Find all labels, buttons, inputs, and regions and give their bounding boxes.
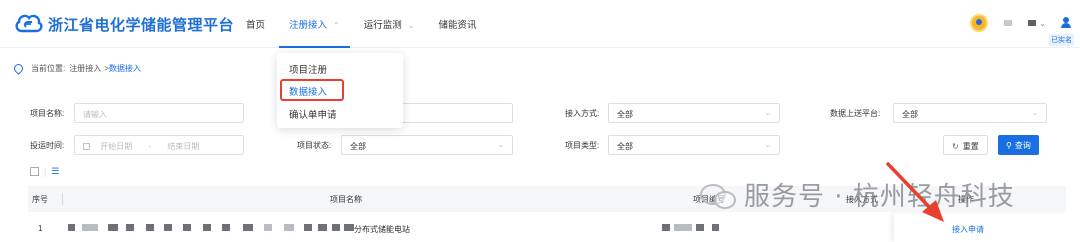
redacted-text [304, 224, 312, 231]
main-nav: 首页 注册接入 ⌃ 运行监测 ⌄ 储能资讯 [236, 0, 486, 48]
access-method-value: 全部 [617, 110, 633, 119]
redacted-text [1028, 20, 1037, 26]
project-status-value: 全部 [350, 142, 366, 151]
chevron-down-icon: ⌄ [497, 140, 504, 149]
redacted-text [344, 224, 354, 231]
project-name-placeholder: 请输入 [83, 110, 107, 119]
redacted-text [674, 224, 692, 231]
search-icon: ⚲ [1006, 141, 1012, 150]
row-project-name-suffix: 分布式储能电站 [354, 225, 410, 234]
start-date-placeholder: 开始日期 [100, 142, 133, 151]
dropdown-item-project-register[interactable]: 项目注册 [289, 62, 327, 76]
chevron-down-icon: ⌄ [1031, 108, 1038, 117]
calendar-icon [83, 143, 90, 150]
nav-register-access-label: 注册接入 [289, 20, 328, 31]
redacted-text [318, 224, 327, 231]
chevron-down-icon: ⌄ [764, 108, 771, 117]
upload-platform-value: 全部 [902, 110, 918, 119]
column-action: 操作 [958, 195, 974, 204]
column-index: 序号 [32, 195, 48, 204]
logo-icon [15, 14, 43, 33]
grid-view-icon[interactable] [30, 167, 39, 176]
highlight-box [280, 79, 344, 101]
end-date-placeholder: 结束日期 [167, 142, 200, 151]
redacted-text [332, 224, 340, 231]
query-button[interactable]: ⚲ 查询 [998, 135, 1039, 155]
chevron-down-icon: ⌄ [764, 140, 771, 149]
redacted-text [1004, 20, 1013, 26]
access-method-select[interactable]: 全部 ⌄ [608, 103, 780, 123]
breadcrumb: 当前位置: 注册接入 > 数据接入 [12, 62, 141, 75]
avatar[interactable] [970, 14, 989, 32]
query-label: 查询 [1014, 141, 1031, 150]
nav-home-label: 首页 [246, 20, 266, 31]
breadcrumb-current: 数据接入 [108, 64, 141, 73]
register-access-dropdown: 项目注册 数据接入 确认单申请 [277, 53, 403, 128]
access-method-label: 接入方式: [565, 109, 600, 118]
project-type-label: 项目类型: [565, 141, 600, 150]
top-header: 浙江省电化学储能管理平台 首页 注册接入 ⌃ 运行监测 ⌄ 储能资讯 ⌄ 已实名 [0, 0, 1080, 48]
date-range-picker[interactable]: 开始日期 - 结束日期 [74, 135, 244, 155]
location-pin-icon [12, 62, 25, 75]
upload-platform-label: 数据上送平台: [830, 109, 881, 118]
breadcrumb-prefix: 当前位置: [31, 64, 66, 73]
chevron-down-icon[interactable]: ⌄ [1039, 19, 1046, 28]
redacted-text [183, 224, 191, 231]
breadcrumb-parent[interactable]: 注册接入 [69, 63, 101, 74]
commission-time-label: 投运时间: [30, 141, 65, 150]
redacted-text [712, 224, 719, 231]
project-type-select[interactable]: 全部 ⌄ [608, 135, 780, 155]
verified-badge: 已实名 [1049, 34, 1074, 46]
nav-news[interactable]: 储能资讯 [424, 0, 486, 48]
list-view-icon[interactable]: ☰ [51, 166, 59, 177]
redacted-text [126, 224, 134, 231]
redacted-text [222, 224, 230, 231]
project-status-select[interactable]: 全部 ⌄ [341, 135, 513, 155]
redacted-text [82, 224, 98, 231]
nav-register-access[interactable]: 注册接入 ⌃ [275, 0, 354, 48]
nav-home[interactable]: 首页 [236, 0, 275, 48]
dropdown-item-confirmation-apply[interactable]: 确认单申请 [289, 107, 337, 121]
divider: | [44, 166, 47, 177]
column-project-name: 项目名称 [330, 195, 362, 204]
column-divider [62, 193, 63, 205]
redacted-text [264, 224, 272, 231]
project-type-value: 全部 [617, 142, 633, 151]
chevron-up-icon: ⌃ [333, 21, 340, 30]
view-toggle: | ☰ [30, 166, 59, 177]
header-user-area: ⌄ [970, 14, 1072, 32]
apply-access-link[interactable]: 接入申请 [952, 224, 984, 235]
redacted-text [284, 224, 294, 231]
row-index: 1 [38, 224, 43, 233]
redacted-text [203, 224, 211, 231]
chevron-down-icon: ⌄ [407, 21, 415, 30]
redacted-text [164, 224, 172, 231]
redacted-text [146, 224, 154, 231]
nav-monitoring[interactable]: 运行监测 ⌄ [354, 0, 425, 48]
date-separator: - [148, 142, 152, 151]
redacted-text [108, 224, 118, 231]
redacted-text [68, 224, 75, 231]
column-access-method: 接入方式 [846, 195, 878, 204]
project-status-label: 项目状态: [297, 141, 332, 150]
refresh-icon: ↻ [952, 142, 959, 151]
reset-label: 重置 [962, 142, 979, 151]
red-arrow-annotation [886, 162, 944, 222]
column-project-code: 项目编号 [693, 195, 725, 204]
project-code-input[interactable] [400, 103, 513, 123]
redacted-text [243, 224, 253, 231]
app-title: 浙江省电化学储能管理平台 [48, 16, 235, 34]
reset-button[interactable]: ↻ 重置 [943, 135, 988, 155]
user-icon[interactable] [1060, 17, 1072, 29]
redacted-text [696, 224, 704, 231]
upload-platform-select[interactable]: 全部 ⌄ [893, 103, 1047, 123]
project-name-input[interactable]: 请输入 [74, 103, 244, 123]
nav-news-label: 储能资讯 [438, 20, 477, 31]
nav-monitoring-label: 运行监测 [363, 20, 402, 31]
project-name-label: 项目名称: [30, 109, 65, 118]
redacted-text [662, 224, 670, 231]
